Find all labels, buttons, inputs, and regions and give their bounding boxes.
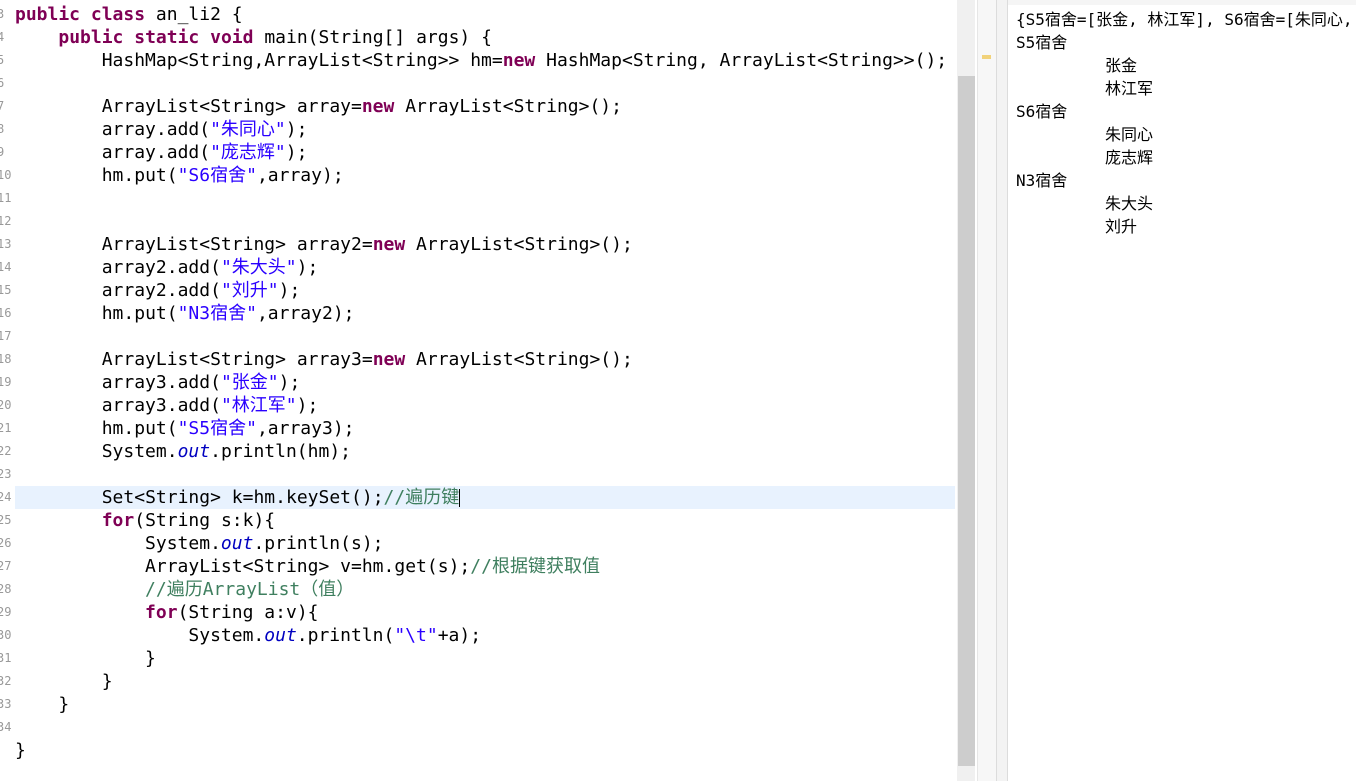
code-line[interactable]: public class an_li2 { bbox=[15, 3, 955, 26]
line-number: 27 bbox=[0, 559, 12, 573]
line-number: 34 bbox=[0, 720, 12, 734]
line-number: 11 bbox=[0, 191, 12, 205]
code-line[interactable]: array.add("庞志辉"); bbox=[15, 141, 955, 164]
code-line[interactable]: ArrayList<String> array=new ArrayList<St… bbox=[15, 95, 955, 118]
code-line[interactable]: System.out.println("\t"+a); bbox=[15, 624, 955, 647]
line-number: 21 bbox=[0, 421, 12, 435]
code-line[interactable] bbox=[15, 463, 955, 486]
code-line[interactable]: } bbox=[15, 647, 955, 670]
code-line[interactable]: } bbox=[15, 739, 955, 762]
code-editor[interactable]: 3 4 5 6 7 8 9 10 11 12 13 14 15 16 17 18 19 20 21 22 23 24 25 2… bbox=[0, 0, 975, 781]
code-line[interactable]: Set<String> k=hm.keySet();//遍历键 bbox=[15, 486, 955, 509]
line-number: 17 bbox=[0, 329, 12, 343]
code-line[interactable] bbox=[15, 72, 955, 95]
code-line[interactable]: } bbox=[15, 670, 955, 693]
line-number: 29 bbox=[0, 605, 12, 619]
console-output-line: 刘升 bbox=[1105, 217, 1138, 236]
code-line[interactable]: ArrayList<String> array2=new ArrayList<S… bbox=[15, 233, 955, 256]
line-number: 30 bbox=[0, 628, 12, 642]
text-cursor bbox=[459, 489, 461, 507]
code-line[interactable]: array2.add("刘升"); bbox=[15, 279, 955, 302]
code-line[interactable]: } bbox=[15, 693, 955, 716]
code-line[interactable]: for(String s:k){ bbox=[15, 509, 955, 532]
code-line[interactable]: ArrayList<String> array3=new ArrayList<S… bbox=[15, 348, 955, 371]
editor-scroll-thumb[interactable] bbox=[958, 76, 975, 766]
line-number: 3 bbox=[0, 7, 5, 21]
line-number: 22 bbox=[0, 444, 12, 458]
line-number: 8 bbox=[0, 122, 5, 136]
line-number: 32 bbox=[0, 674, 12, 688]
line-number: 5 bbox=[0, 53, 5, 67]
pane-divider[interactable] bbox=[996, 0, 1008, 781]
line-number: 6 bbox=[0, 76, 5, 90]
overview-ruler[interactable] bbox=[977, 0, 996, 781]
line-number: 4 bbox=[0, 30, 5, 44]
code-line[interactable]: array3.add("林江军"); bbox=[15, 394, 955, 417]
line-number: 19 bbox=[0, 375, 12, 389]
line-number: 13 bbox=[0, 237, 12, 251]
line-number: 28 bbox=[0, 582, 12, 596]
line-number: 31 bbox=[0, 651, 12, 665]
line-number: 25 bbox=[0, 513, 12, 527]
line-number: 23 bbox=[0, 467, 12, 481]
console-output-line: 张金 bbox=[1105, 56, 1138, 75]
console-output-line: {S5宿舍=[张金, 林江军], S6宿舍=[朱同心, bbox=[1016, 10, 1353, 29]
warning-marker[interactable] bbox=[982, 55, 991, 59]
editor-vertical-scrollbar[interactable] bbox=[957, 0, 975, 781]
line-number: 24 bbox=[0, 490, 12, 504]
code-line[interactable]: array3.add("张金"); bbox=[15, 371, 955, 394]
code-line[interactable]: array.add("朱同心"); bbox=[15, 118, 955, 141]
line-number: 33 bbox=[0, 697, 12, 711]
code-line[interactable]: System.out.println(s); bbox=[15, 532, 955, 555]
line-number: 14 bbox=[0, 260, 12, 274]
console-output-line: S5宿舍 bbox=[1016, 33, 1068, 52]
code-line[interactable] bbox=[15, 716, 955, 739]
code-line[interactable]: hm.put("N3宿舍",array2); bbox=[15, 302, 955, 325]
console-output-line: 林江军 bbox=[1105, 79, 1154, 98]
console-output-line: 庞志辉 bbox=[1105, 148, 1154, 167]
console-output-line: S6宿舍 bbox=[1016, 102, 1068, 121]
code-line[interactable] bbox=[15, 210, 955, 233]
code-line[interactable]: ArrayList<String> v=hm.get(s);//根据键获取值 bbox=[15, 555, 955, 578]
code-line[interactable]: hm.put("S6宿舍",array); bbox=[15, 164, 955, 187]
line-number: 9 bbox=[0, 145, 5, 159]
line-number: 10 bbox=[0, 168, 12, 182]
console-view[interactable]: {S5宿舍=[张金, 林江军], S6宿舍=[朱同心, S5宿舍张金林江军 S6宿舍… bbox=[1008, 0, 1356, 781]
line-number: 7 bbox=[0, 99, 5, 113]
code-line[interactable] bbox=[15, 187, 955, 210]
line-number: 26 bbox=[0, 536, 12, 550]
code-line[interactable]: System.out.println(hm); bbox=[15, 440, 955, 463]
console-header-strip bbox=[1008, 0, 1356, 5]
line-number: 20 bbox=[0, 398, 12, 412]
console-output-line: N3宿舍 bbox=[1016, 171, 1068, 190]
code-line[interactable]: HashMap<String,ArrayList<String>> hm=new… bbox=[15, 49, 955, 72]
console-output-line: 朱同心 bbox=[1105, 125, 1154, 144]
line-number: 12 bbox=[0, 214, 12, 228]
line-number: 15 bbox=[0, 283, 12, 297]
code-line[interactable]: public static void main(String[] args) { bbox=[15, 26, 955, 49]
code-line[interactable] bbox=[15, 325, 955, 348]
code-line[interactable]: for(String a:v){ bbox=[15, 601, 955, 624]
line-number-gutter: 3 4 5 6 7 8 9 10 11 12 13 14 15 16 17 18 19 20 21 22 23 24 25 2… bbox=[0, 0, 14, 781]
line-number: 16 bbox=[0, 306, 12, 320]
code-line[interactable]: array2.add("朱大头"); bbox=[15, 256, 955, 279]
console-output-line: 朱大头 bbox=[1105, 194, 1154, 213]
code-line[interactable]: hm.put("S5宿舍",array3); bbox=[15, 417, 955, 440]
line-number: 18 bbox=[0, 352, 12, 366]
code-area[interactable]: public class an_li2 { public static void… bbox=[15, 3, 955, 762]
code-line[interactable]: //遍历ArrayList（值） bbox=[15, 578, 955, 601]
